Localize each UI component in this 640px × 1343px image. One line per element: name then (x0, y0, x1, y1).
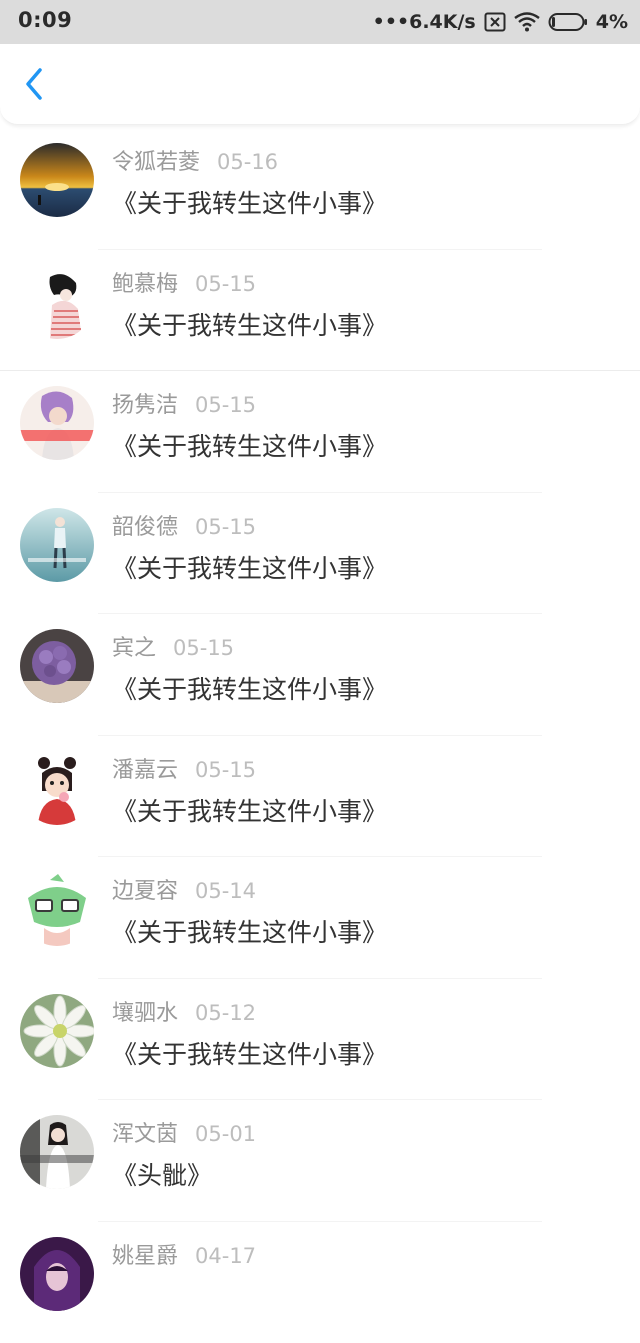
list-item[interactable]: 浑文茵 05-01 《头骴》 (0, 1100, 640, 1222)
list-item[interactable]: 扬隽洁 05-15 《关于我转生这件小事》 (0, 371, 640, 493)
status-icons: •••6.4K/s 4% (373, 8, 628, 36)
post-date: 05-16 (217, 150, 278, 174)
post-date: 05-12 (195, 1001, 256, 1025)
user-name[interactable]: 令狐若菱 (112, 144, 200, 176)
user-name[interactable]: 扬隽洁 (112, 387, 178, 419)
user-name[interactable]: 姚星爵 (112, 1238, 178, 1270)
post-date: 05-15 (195, 272, 256, 296)
post-date: 04-17 (195, 1244, 256, 1268)
book-title[interactable]: 《头骴》 (112, 1156, 212, 1192)
battery-icon (548, 12, 588, 32)
comment-list: 令狐若菱 05-16 《关于我转生这件小事》 鲍慕梅 05-15 《关于我转生这… (0, 128, 640, 1343)
list-item[interactable]: 令狐若菱 05-16 《关于我转生这件小事》 (0, 128, 640, 250)
list-item[interactable]: 边夏容 05-14 《关于我转生这件小事》 (0, 857, 640, 979)
book-title[interactable]: 《关于我转生这件小事》 (112, 670, 387, 706)
list-item[interactable]: 韶俊德 05-15 《关于我转生这件小事》 (0, 493, 640, 615)
book-title[interactable]: 《关于我转生这件小事》 (112, 427, 387, 463)
user-name[interactable]: 浑文茵 (112, 1116, 178, 1148)
post-date: 05-14 (195, 879, 256, 903)
back-button[interactable] (14, 64, 54, 104)
list-item[interactable]: 宾之 05-15 《关于我转生这件小事》 (0, 614, 640, 736)
user-name[interactable]: 韶俊德 (112, 509, 178, 541)
post-date: 05-15 (173, 636, 234, 660)
battery-percent: 4% (596, 11, 628, 33)
cartoon-girl-icecream-avatar[interactable] (20, 751, 94, 825)
list-item[interactable]: 壤驷水 05-12 《关于我转生这件小事》 (0, 979, 640, 1101)
sunset-sea-avatar[interactable] (20, 143, 94, 217)
user-name[interactable]: 潘嘉云 (112, 752, 178, 784)
white-daisy-avatar[interactable] (20, 994, 94, 1068)
status-time: 0:09 (18, 8, 72, 32)
list-item[interactable]: 潘嘉云 05-15 《关于我转生这件小事》 (0, 736, 640, 858)
network-speed: •••6.4K/s (373, 11, 476, 33)
list-item[interactable]: 姚星爵 04-17 (0, 1222, 640, 1343)
book-title[interactable]: 《关于我转生这件小事》 (112, 792, 387, 828)
post-date: 05-15 (195, 515, 256, 539)
user-name[interactable]: 壤驷水 (112, 995, 178, 1027)
girl-photo-avatar[interactable] (20, 1115, 94, 1189)
list-item[interactable]: 鲍慕梅 05-15 《关于我转生这件小事》 (0, 250, 640, 372)
purple-portrait-avatar[interactable] (20, 1237, 94, 1311)
purple-flowers-avatar[interactable] (20, 629, 94, 703)
app-bar (0, 44, 640, 125)
book-title[interactable]: 《关于我转生这件小事》 (112, 184, 387, 220)
book-title[interactable]: 《关于我转生这件小事》 (112, 306, 387, 342)
status-bar: 0:09 •••6.4K/s 4% (0, 0, 640, 44)
post-date: 05-15 (195, 393, 256, 417)
sketch-girl-avatar[interactable] (20, 265, 94, 339)
chevron-left-icon (22, 66, 46, 102)
green-cartoon-glasses-avatar[interactable] (20, 872, 94, 946)
sim-disabled-icon (484, 12, 506, 32)
purple-hair-girl-avatar[interactable] (20, 386, 94, 460)
user-name[interactable]: 宾之 (112, 630, 156, 662)
standing-girl-avatar[interactable] (20, 508, 94, 582)
post-date: 05-15 (195, 758, 256, 782)
user-name[interactable]: 鲍慕梅 (112, 266, 178, 298)
book-title[interactable]: 《关于我转生这件小事》 (112, 913, 387, 949)
book-title[interactable]: 《关于我转生这件小事》 (112, 549, 387, 585)
book-title[interactable]: 《关于我转生这件小事》 (112, 1035, 387, 1071)
post-date: 05-01 (195, 1122, 256, 1146)
wifi-icon (514, 12, 540, 32)
user-name[interactable]: 边夏容 (112, 873, 178, 905)
